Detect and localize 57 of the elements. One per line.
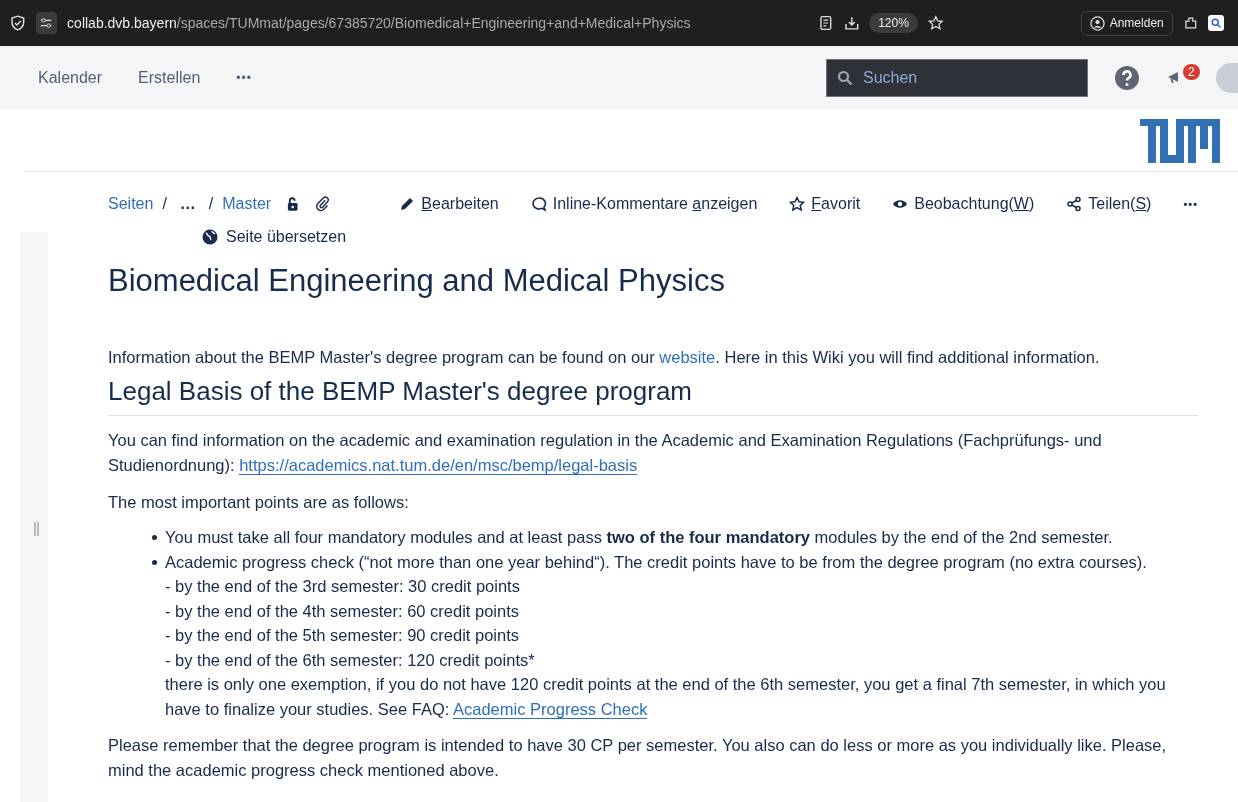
faq-link[interactable]: Academic Progress Check <box>453 699 648 719</box>
breadcrumb-separator: / <box>208 195 214 213</box>
nav-link[interactable]: Kalender <box>38 69 103 87</box>
pencil-icon <box>399 196 416 212</box>
search-icon <box>837 70 853 86</box>
list-note: there is only one exemption, if you do not have 120 credit points at the end of the 6th semester, you get a final 7th semester, in which you have to finalize your studies. See FAQ: Academic Progress Check <box>165 674 1167 721</box>
paragraph: Please remember that the degree program is intended to have 30 CP per semester. You also can do less or more as you individually like. Please, mind the academic progress check mentioned above. <box>108 735 1168 781</box>
comment-icon <box>530 196 547 212</box>
bullet-icon <box>152 535 157 540</box>
sign-in-button[interactable]: Anmelden <box>1080 10 1173 36</box>
reader-icon[interactable] <box>817 15 834 31</box>
paragraph: You can find information on the academic and examination regulation in the Academic and Examination Regulations (Fachprüfungs- und Studienordnung): https://academics.nat.tum.de/en/msc/bemp/legal-basis <box>108 430 1103 477</box>
list-item-text: You must take all four mandatory modules and at least pass two of the four mandatory modules by the end of the 2nd semester. <box>165 528 1113 546</box>
nav-link[interactable]: Erstellen <box>138 69 201 87</box>
address-bar[interactable]: collab.dvb.bayern/spaces/TUMmat/pages/67385720/Biomedical+Engineering+and+Medical+Physics <box>67 15 691 31</box>
page-action[interactable]: Teilen(S) <box>1066 195 1152 213</box>
website-link[interactable]: website <box>659 348 716 366</box>
breadcrumb-link[interactable]: Master <box>222 195 272 213</box>
bullet-icon <box>152 559 157 565</box>
paragraph: The most important points are as follows: <box>108 492 410 513</box>
list-line: - by the end of the 6th semester: 120 credit points* <box>165 649 536 671</box>
more-actions-button[interactable]: ••• <box>1183 198 1198 210</box>
shield-icon <box>10 15 26 31</box>
search-field[interactable]: Suchen <box>826 59 1088 97</box>
notification-badge: 2 <box>1183 64 1200 80</box>
extensions-icon[interactable] <box>1182 15 1199 31</box>
share-icon <box>1066 196 1083 212</box>
site-settings-icon[interactable] <box>35 12 58 34</box>
paperclip-icon[interactable] <box>314 196 330 212</box>
globe-icon <box>202 229 218 245</box>
page-action[interactable]: Bearbeiten <box>399 195 499 213</box>
page-title: Biomedical Engineering and Medical Physics <box>108 263 726 299</box>
zoom-level[interactable]: 120% <box>869 13 918 33</box>
more-menu[interactable]: ••• <box>236 71 252 85</box>
help-icon[interactable] <box>1114 65 1140 91</box>
search-icon[interactable] <box>1208 15 1224 31</box>
list-line: - by the end of the 3rd semester: 30 credit points <box>165 576 521 597</box>
translate-page-link[interactable]: Seite übersetzen <box>202 228 347 246</box>
download-icon[interactable] <box>843 15 860 31</box>
search-input[interactable]: Suchen <box>861 68 1065 88</box>
list-line: - by the end of the 4th semester: 60 credit points <box>165 600 521 622</box>
resize-handle[interactable] <box>34 522 39 536</box>
paragraph: Information about the BEMP Master's degree program can be found on our website. Here in this Wiki you will find additional information. <box>108 347 1101 368</box>
breadcrumb-separator: / <box>162 195 167 213</box>
star-icon[interactable] <box>927 15 944 31</box>
list-line: - by the end of the 5th semester: 90 credit points <box>165 625 521 646</box>
breadcrumb-ellipsis[interactable]: … <box>179 195 196 213</box>
list-item-text: Academic progress check (“not more than one year behind“). The credit points have to be from the degree program (no extra courses). <box>165 552 1147 571</box>
breadcrumb-link[interactable]: Seiten <box>108 195 154 213</box>
star-icon <box>789 196 806 212</box>
page-action[interactable]: Inline-Kommentare anzeigen <box>530 195 758 213</box>
section-heading: Legal Basis of the BEMP Master's degree program <box>108 376 1198 416</box>
page-action[interactable]: Beobachtung(W) <box>892 195 1035 213</box>
page-action[interactable]: Favorit <box>789 195 861 213</box>
unlocked-padlock-icon[interactable] <box>285 196 301 212</box>
legal-basis-link[interactable]: https://academics.nat.tum.de/en/msc/bemp/legal-basis <box>239 456 638 475</box>
account-icon <box>1089 15 1105 31</box>
